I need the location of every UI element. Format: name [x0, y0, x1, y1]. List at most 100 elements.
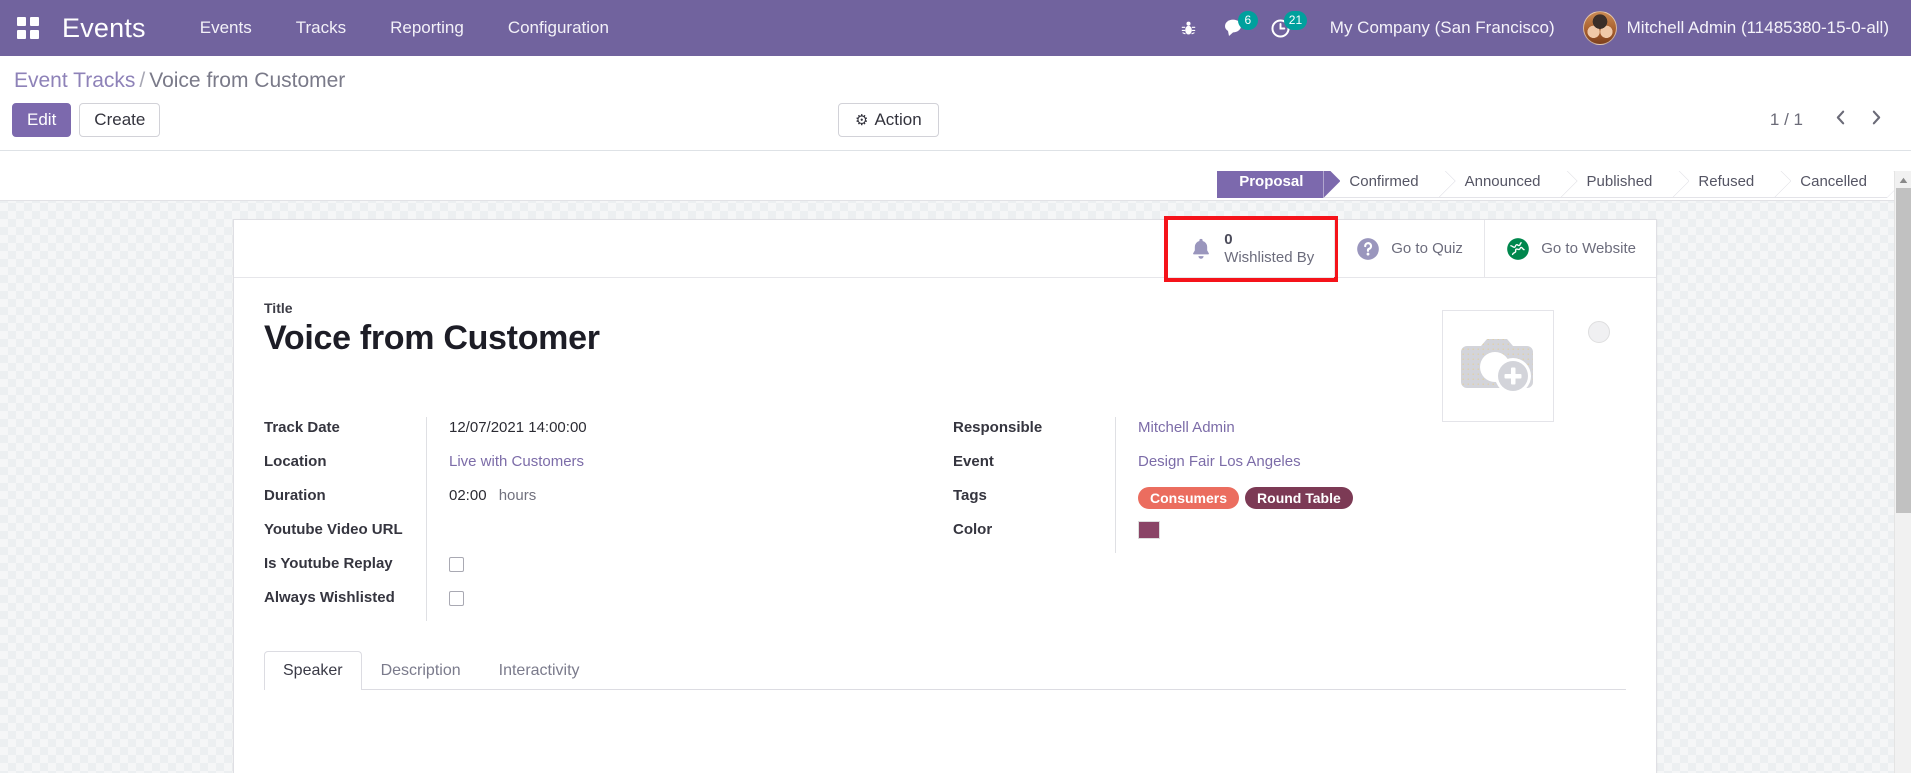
page-title[interactable]: Voice from Customer	[264, 318, 1626, 359]
chevron-right-icon	[1870, 109, 1883, 131]
field-value-track-date[interactable]: 12/07/2021 14:00:00	[426, 417, 945, 451]
breadcrumb-item-event-tracks[interactable]: Event Tracks	[14, 69, 135, 92]
field-value-location[interactable]: Live with Customers	[449, 453, 584, 470]
checkbox-always-wishlisted[interactable]	[449, 591, 464, 606]
company-switcher[interactable]: My Company (San Francisco)	[1304, 18, 1575, 38]
notebook-tabs: Speaker Description Interactivity	[264, 651, 1626, 690]
field-label-tags: Tags	[953, 485, 1115, 504]
activities-counter-badge: 21	[1284, 11, 1307, 30]
tag-consumers[interactable]: Consumers	[1138, 487, 1239, 509]
form-body: Title Voice from Customer	[234, 278, 1656, 651]
breadcrumb-separator: /	[135, 69, 149, 92]
bell-icon	[1188, 236, 1214, 262]
main-menu: Events Tracks Reporting Configuration	[178, 0, 631, 56]
apps-menu-toggle[interactable]	[0, 0, 56, 56]
menu-item-events[interactable]: Events	[178, 0, 274, 56]
statusbar-stage-proposal[interactable]: Proposal	[1217, 171, 1323, 198]
messages-counter-badge: 6	[1238, 11, 1258, 30]
stat-button-box: 0 Wishlisted By Go to Quiz	[234, 220, 1656, 278]
field-label-event: Event	[953, 451, 1115, 470]
pager-counter: 1 / 1	[1770, 110, 1817, 130]
field-youtube-video-url: Youtube Video URL	[264, 519, 945, 553]
statusbar-stage-announced[interactable]: Announced	[1439, 171, 1561, 198]
field-label-always-wishlisted: Always Wishlisted	[264, 587, 426, 606]
vertical-scrollbar[interactable]	[1894, 171, 1911, 773]
statusbar-stage-refused[interactable]: Refused	[1672, 171, 1774, 198]
tag-round-table[interactable]: Round Table	[1245, 487, 1353, 509]
color-swatch[interactable]	[1138, 521, 1160, 539]
checkbox-is-youtube-replay[interactable]	[449, 557, 464, 572]
go-to-website-label: Go to Website	[1541, 240, 1636, 257]
apps-grid-icon	[17, 17, 39, 39]
field-label-track-date: Track Date	[264, 417, 426, 436]
field-value-event[interactable]: Design Fair Los Angeles	[1138, 453, 1301, 470]
debug-bug-menu[interactable]	[1166, 0, 1212, 56]
statusbar-stage-cancelled[interactable]: Cancelled	[1774, 171, 1887, 198]
field-label-color: Color	[953, 519, 1115, 538]
control-panel-actions: Edit Create ⚙ Action 1 / 1	[0, 99, 1911, 150]
field-value-always-wishlisted-cell	[426, 587, 945, 621]
create-button[interactable]: Create	[79, 103, 160, 137]
field-value-location-cell: Live with Customers	[426, 451, 945, 485]
field-value-event-cell: Design Fair Los Angeles	[1115, 451, 1626, 485]
navbar-right-area: 6 21 My Company (San Francisco) Mitchell…	[1166, 0, 1911, 56]
statusbar: Proposal Confirmed Announced Published R…	[1217, 171, 1887, 198]
menu-item-configuration[interactable]: Configuration	[486, 0, 631, 56]
stat-button-go-to-website[interactable]: Go to Website	[1484, 220, 1656, 277]
control-panel: Event Tracks/Voice from Customer Edit Cr…	[0, 56, 1911, 151]
statusbar-strip: Proposal Confirmed Announced Published R…	[0, 171, 1911, 201]
pager-previous-button[interactable]	[1827, 107, 1853, 133]
action-menu-button[interactable]: ⚙ Action	[838, 103, 939, 137]
breadcrumb-item-current: Voice from Customer	[149, 69, 345, 92]
wishlisted-label: Wishlisted By	[1224, 249, 1314, 267]
messages-menu[interactable]: 6	[1212, 0, 1258, 56]
field-value-duration[interactable]: 02:00	[449, 487, 487, 504]
field-location: Location Live with Customers	[264, 451, 945, 485]
field-value-color-cell	[1115, 519, 1626, 553]
field-duration: Duration 02:00 hours	[264, 485, 945, 519]
app-brand-events[interactable]: Events	[56, 13, 156, 44]
field-is-youtube-replay: Is Youtube Replay	[264, 553, 945, 587]
question-circle-icon	[1355, 236, 1381, 262]
menu-item-reporting[interactable]: Reporting	[368, 0, 486, 56]
title-field-label: Title	[264, 300, 1626, 316]
statusbar-stage-confirmed[interactable]: Confirmed	[1323, 171, 1438, 198]
scrollbar-thumb[interactable]	[1896, 188, 1911, 513]
form-sheet: 0 Wishlisted By Go to Quiz	[233, 219, 1657, 773]
form-fields: Track Date 12/07/2021 14:00:00 Location …	[264, 417, 1626, 651]
field-value-responsible[interactable]: Mitchell Admin	[1138, 419, 1235, 436]
field-event: Event Design Fair Los Angeles	[953, 451, 1626, 485]
field-value-duration-cell: 02:00 hours	[426, 485, 945, 519]
field-value-youtube-video-url[interactable]	[426, 519, 945, 553]
breadcrumb: Event Tracks/Voice from Customer	[0, 56, 1911, 99]
wishlisted-count-value: 0	[1224, 231, 1314, 249]
tab-interactivity[interactable]: Interactivity	[480, 651, 599, 690]
menu-item-tracks[interactable]: Tracks	[274, 0, 368, 56]
edit-button[interactable]: Edit	[12, 103, 71, 137]
bug-icon	[1180, 20, 1197, 37]
scrollbar-up-button[interactable]	[1895, 171, 1911, 188]
tab-speaker[interactable]: Speaker	[264, 651, 362, 690]
user-menu[interactable]: Mitchell Admin (11485380-15-0-all)	[1575, 0, 1903, 56]
field-tags: Tags Consumers Round Table	[953, 485, 1626, 519]
form-column-right: Responsible Mitchell Admin Event Design …	[945, 417, 1626, 621]
stat-button-go-to-quiz[interactable]: Go to Quiz	[1334, 220, 1484, 277]
page-body: Proposal Confirmed Announced Published R…	[0, 171, 1911, 773]
tag-list: Consumers Round Table	[1138, 487, 1626, 509]
statusbar-stage-published[interactable]: Published	[1561, 171, 1673, 198]
field-color: Color	[953, 519, 1626, 553]
field-always-wishlisted: Always Wishlisted	[264, 587, 945, 621]
globe-icon	[1505, 236, 1531, 262]
pager-next-button[interactable]	[1863, 107, 1889, 133]
camera-add-icon	[1457, 328, 1539, 405]
field-value-is-youtube-replay-cell	[426, 553, 945, 587]
activities-menu[interactable]: 21	[1258, 0, 1304, 56]
stat-button-wishlisted-by[interactable]: 0 Wishlisted By	[1167, 220, 1334, 277]
tab-description[interactable]: Description	[362, 651, 480, 690]
form-column-left: Track Date 12/07/2021 14:00:00 Location …	[264, 417, 945, 621]
priority-circle-icon[interactable]	[1588, 321, 1610, 343]
image-upload-slot[interactable]	[1442, 310, 1554, 422]
field-label-is-youtube-replay: Is Youtube Replay	[264, 553, 426, 572]
field-label-duration: Duration	[264, 485, 426, 504]
sheet-wrapper: 0 Wishlisted By Go to Quiz	[0, 201, 1911, 773]
